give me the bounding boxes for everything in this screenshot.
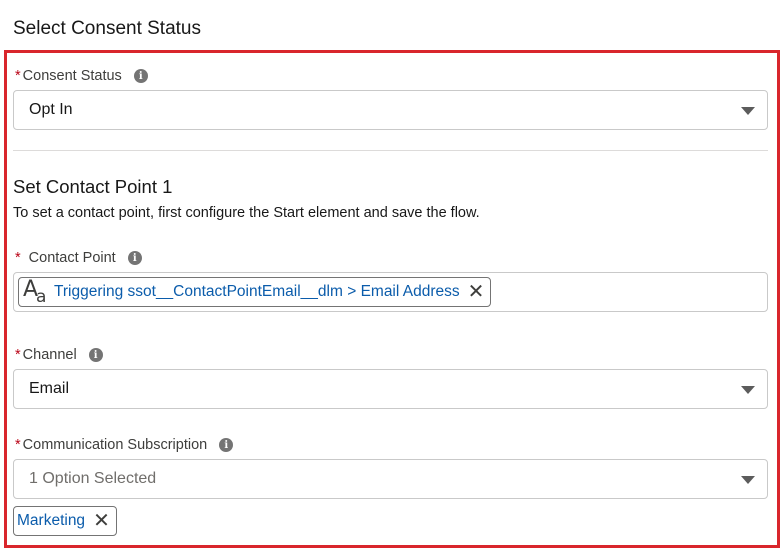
consent-status-label: Consent Status xyxy=(22,68,122,84)
close-icon[interactable]: ✕ xyxy=(468,282,485,302)
required-marker: * xyxy=(15,250,21,266)
chevron-down-icon[interactable] xyxy=(741,476,755,484)
contact-point-label: Contact Point xyxy=(28,250,116,266)
channel-select[interactable]: Email xyxy=(13,369,768,409)
section-divider xyxy=(13,150,768,151)
info-icon[interactable]: i xyxy=(133,69,148,83)
page-title: Select Consent Status xyxy=(13,18,201,39)
required-marker: * xyxy=(15,68,21,84)
channel-value: Email xyxy=(29,380,70,397)
contact-point-field[interactable]: A a Triggering ssot__ContactPointEmail__… xyxy=(13,272,768,312)
selected-option-label[interactable]: Marketing xyxy=(17,512,85,530)
info-icon[interactable]: i xyxy=(88,348,103,362)
required-marker: * xyxy=(15,437,21,453)
info-icon[interactable]: i xyxy=(127,251,142,265)
contact-point-pill-label[interactable]: Triggering ssot__ContactPointEmail__dlm … xyxy=(54,283,460,301)
consent-status-label-row: * Consent Status i xyxy=(15,68,148,84)
chevron-down-icon[interactable] xyxy=(741,107,755,115)
channel-label-row: * Channel i xyxy=(15,347,103,363)
selected-option-chip[interactable]: Marketing ✕ xyxy=(13,506,117,536)
communication-subscription-label: Communication Subscription xyxy=(22,437,208,453)
communication-subscription-select[interactable]: 1 Option Selected xyxy=(13,459,768,499)
communication-subscription-label-row: * Communication Subscription i xyxy=(15,437,234,453)
channel-label: Channel xyxy=(22,347,77,363)
consent-status-value: Opt In xyxy=(29,101,73,118)
info-icon[interactable]: i xyxy=(219,438,234,452)
close-icon[interactable]: ✕ xyxy=(93,511,110,531)
section-description: To set a contact point, first configure … xyxy=(13,205,480,221)
consent-status-select[interactable]: Opt In xyxy=(13,90,768,130)
required-marker: * xyxy=(15,347,21,363)
text-type-icon: A a xyxy=(23,277,47,307)
contact-point-pill[interactable]: A a Triggering ssot__ContactPointEmail__… xyxy=(18,277,492,307)
chevron-down-icon[interactable] xyxy=(741,386,755,394)
contact-point-label-row: * Contact Point i xyxy=(15,250,142,266)
section-title: Set Contact Point 1 xyxy=(13,176,173,197)
communication-subscription-value: 1 Option Selected xyxy=(29,470,157,487)
